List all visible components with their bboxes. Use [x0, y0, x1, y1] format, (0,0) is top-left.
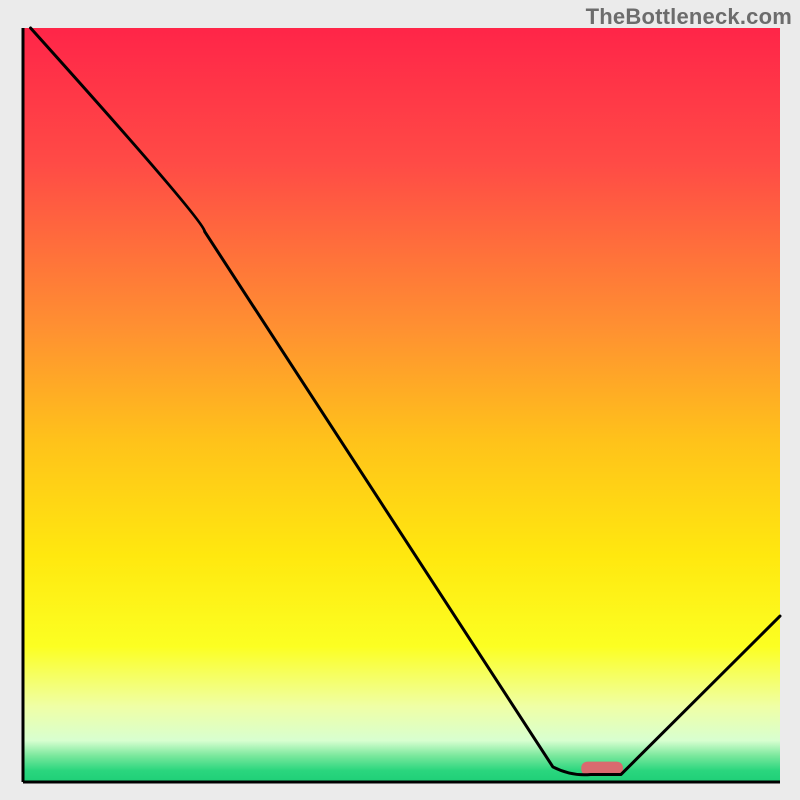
- bottleneck-chart: [0, 0, 800, 800]
- chart-stage: TheBottleneck.com: [0, 0, 800, 800]
- plot-background: [23, 28, 780, 782]
- watermark-text: TheBottleneck.com: [586, 4, 792, 30]
